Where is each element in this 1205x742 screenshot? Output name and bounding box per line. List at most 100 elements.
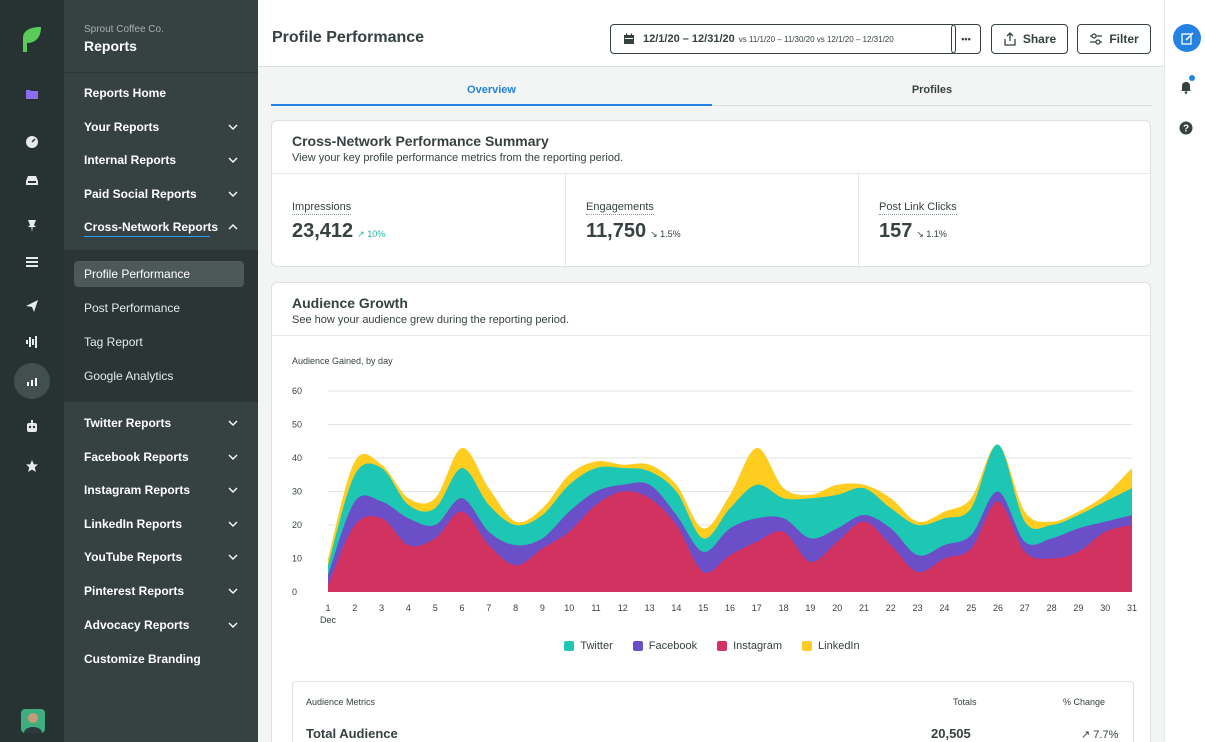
nav-item-twitter-reports[interactable]: Twitter Reports	[64, 408, 258, 438]
x-tick-label: 9	[540, 603, 545, 613]
x-tick-label: 23	[913, 603, 923, 613]
legend-label: LinkedIn	[818, 640, 860, 652]
chevron-up-icon	[228, 224, 238, 230]
nav-sub-google-analytics[interactable]: Google Analytics	[74, 363, 244, 389]
legend-swatch	[564, 641, 575, 651]
nav-item-instagram-reports[interactable]: Instagram Reports	[64, 475, 258, 505]
date-range-button[interactable]: 12/1/20 – 12/31/20 vs 11/1/20 – 11/30/20…	[610, 24, 956, 54]
bell-icon[interactable]	[1179, 80, 1193, 94]
page-title: Profile Performance	[272, 29, 425, 46]
nav-sub-label: Profile Performance	[84, 267, 191, 281]
growth-subtitle: See how your audience grew during the re…	[292, 314, 570, 326]
x-tick-label: 12	[618, 603, 628, 613]
nav-item-facebook-reports[interactable]: Facebook Reports	[64, 442, 258, 472]
gauge-icon[interactable]	[16, 126, 48, 158]
metric-value-row: 157 ↘ 1.1%	[879, 220, 947, 243]
send-icon[interactable]	[16, 290, 48, 322]
nav-item-label: Pinterest Reports	[84, 584, 185, 598]
help-icon[interactable]: ?	[1179, 121, 1193, 135]
metric-value-row: 23,412 ↗ 10%	[292, 220, 385, 243]
nav-item-youtube-reports[interactable]: YouTube Reports	[64, 542, 258, 572]
nav-item-label: Instagram Reports	[84, 483, 191, 497]
folder-icon[interactable]	[16, 78, 48, 110]
x-tick-label: 29	[1073, 603, 1083, 613]
sprout-logo-icon[interactable]	[21, 26, 43, 52]
nav-item-label: Your Reports	[84, 120, 160, 134]
nav-sub-tag-report[interactable]: Tag Report	[74, 329, 244, 355]
x-tick-label: 24	[939, 603, 949, 613]
x-tick-label: 20	[832, 603, 842, 613]
metric-impressions: Impressions 23,412 ↗ 10%	[272, 173, 565, 269]
nav-item-customize-branding[interactable]: Customize Branding	[64, 644, 258, 674]
x-tick-label: 13	[645, 603, 655, 613]
metric-post-link-clicks: Post Link Clicks 157 ↘ 1.1%	[858, 173, 1151, 269]
inbox-icon[interactable]	[16, 164, 48, 196]
tab-profiles[interactable]: Profiles	[712, 84, 1152, 106]
nav-sub-label: Google Analytics	[84, 369, 174, 383]
nav-item-label: Advocacy Reports	[84, 618, 190, 632]
audience-chart: 01020304050601 2 3 4 5 6 7 8 9 10 11 12 13 14 15 16 17 18…	[292, 386, 1137, 625]
reports-icon[interactable]	[14, 363, 50, 399]
nav-item-reports-home[interactable]: Reports Home	[64, 78, 258, 108]
nav-item-pinterest-reports[interactable]: Pinterest Reports	[64, 576, 258, 606]
pin-icon[interactable]	[16, 210, 48, 242]
tab-overview[interactable]: Overview	[271, 84, 712, 106]
user-avatar[interactable]	[21, 709, 45, 733]
chart-area: Audience Gained, by day 0 10 20 30 40 50 60 1 2 3…	[272, 335, 1152, 742]
nav-item-your-reports[interactable]: Your Reports	[64, 112, 258, 142]
nav-item-label: Paid Social Reports	[84, 187, 197, 201]
icon-rail	[0, 0, 64, 742]
nav-sub-profile-performance[interactable]: Profile Performance	[74, 261, 244, 287]
legend-swatch	[717, 641, 728, 651]
metric-label[interactable]: Engagements	[586, 201, 654, 215]
chevron-down-icon	[228, 588, 238, 594]
nav-item-label: Twitter Reports	[84, 416, 172, 430]
y-tick-label: 30	[292, 487, 302, 497]
nav-item-internal-reports[interactable]: Internal Reports	[64, 145, 258, 175]
chart-legend: Twitter Facebook Instagram LinkedIn	[272, 640, 1152, 652]
nav-item-advocacy-reports[interactable]: Advocacy Reports	[64, 610, 258, 640]
chevron-down-icon	[228, 420, 238, 426]
list-icon[interactable]	[16, 246, 48, 278]
x-tick-label: 30	[1100, 603, 1110, 613]
legend-linkedin[interactable]: LinkedIn	[802, 640, 860, 652]
summary-card: Cross-Network Performance Summary View y…	[271, 120, 1151, 269]
col-totals: Totals	[953, 697, 977, 707]
legend-instagram[interactable]: Instagram	[717, 640, 782, 652]
filter-button[interactable]: Filter	[1077, 24, 1151, 54]
x-tick-label: 6	[459, 603, 464, 613]
x-tick-label: 3	[379, 603, 384, 613]
legend-twitter[interactable]: Twitter	[564, 640, 613, 652]
row-total-audience-value: 20,505	[931, 726, 971, 741]
nav-item-cross-network-reports[interactable]: Cross-Network Reports	[64, 212, 258, 242]
nav-item-label: Cross-Network Reports	[84, 220, 219, 234]
x-tick-label: 14	[671, 603, 681, 613]
svg-text:?: ?	[1183, 124, 1189, 135]
compose-button[interactable]	[1173, 24, 1201, 52]
y-tick-label: 0	[292, 587, 297, 597]
metric-value: 11,750	[586, 220, 647, 242]
nav-item-paid-social-reports[interactable]: Paid Social Reports	[64, 179, 258, 209]
nav-item-label: YouTube Reports	[84, 550, 183, 564]
date-range-value: 12/1/20 – 12/31/20	[643, 33, 735, 45]
bot-icon[interactable]	[16, 410, 48, 442]
x-tick-label: 2	[352, 603, 357, 613]
y-tick-label: 10	[292, 554, 302, 564]
metric-label[interactable]: Impressions	[292, 201, 352, 215]
date-compare-value: vs 11/1/20 – 11/30/20 vs 12/1/20 – 12/31…	[738, 34, 894, 44]
x-tick-label: 21	[859, 603, 869, 613]
star-icon[interactable]	[16, 450, 48, 482]
legend-facebook[interactable]: Facebook	[632, 640, 697, 652]
more-options-button[interactable]: •••	[951, 24, 981, 54]
x-tick-label: 19	[805, 603, 815, 613]
metric-label[interactable]: Post Link Clicks	[879, 201, 957, 215]
listening-icon[interactable]	[16, 326, 48, 358]
y-tick-label: 40	[292, 453, 302, 463]
nav-sub-post-performance[interactable]: Post Performance	[74, 295, 244, 321]
row-total-audience-change: ↗ 7.7%	[1081, 729, 1119, 741]
compose-icon	[1180, 31, 1194, 45]
row-total-audience-label: Total Audience	[306, 726, 398, 741]
legend-label: Twitter	[580, 640, 613, 652]
share-button[interactable]: Share	[991, 24, 1068, 54]
nav-item-linkedin-reports[interactable]: LinkedIn Reports	[64, 509, 258, 539]
